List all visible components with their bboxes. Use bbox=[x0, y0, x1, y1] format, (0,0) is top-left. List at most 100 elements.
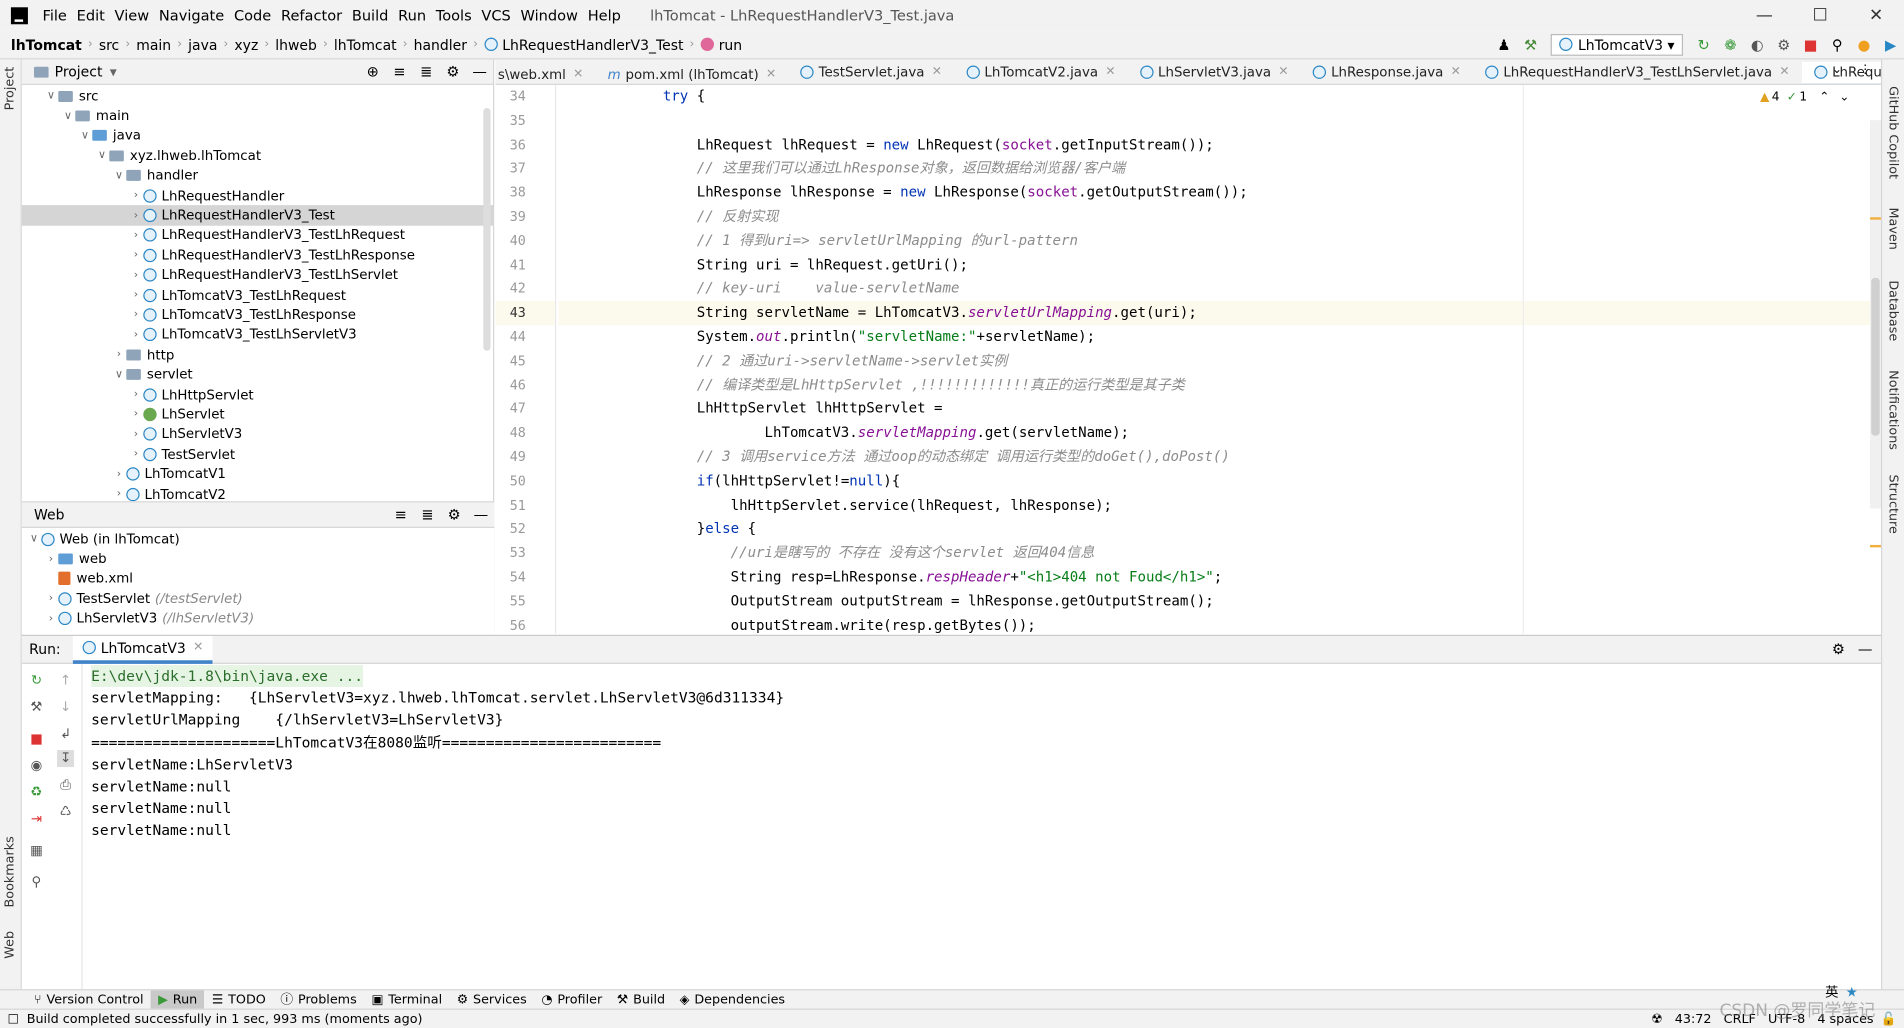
tree-node-lhservletv3[interactable]: › LhServletV3 bbox=[22, 424, 493, 444]
run-settings-gear-icon[interactable]: ⚙ bbox=[1830, 641, 1847, 658]
tool-window-todo[interactable]: ☰ TODO bbox=[205, 990, 274, 1008]
status-layout-icon[interactable]: □ bbox=[5, 1010, 22, 1027]
breadcrumb-item[interactable]: src bbox=[95, 36, 123, 53]
modify-config-icon[interactable]: ⚒ bbox=[28, 699, 45, 716]
tool-window-profiler[interactable]: ◔ Profiler bbox=[534, 990, 609, 1008]
close-run-tab-icon[interactable]: ✕ bbox=[193, 641, 203, 654]
github-copilot-tool-button[interactable]: GitHub Copilot bbox=[1886, 86, 1901, 179]
chevron-right-icon[interactable]: › bbox=[129, 209, 144, 221]
tree-node-lhrequesthandler[interactable]: › LhRequestHandler bbox=[22, 186, 493, 206]
exit-icon[interactable]: ⇥ bbox=[28, 811, 45, 828]
build-hammer-icon[interactable]: ⚒ bbox=[1522, 36, 1539, 53]
tool-window-build[interactable]: ⚒ Build bbox=[610, 990, 673, 1008]
chevron-down-icon[interactable]: ∨ bbox=[78, 130, 93, 142]
profile-icon[interactable]: ⚙ bbox=[1775, 36, 1792, 53]
menu-view[interactable]: View bbox=[110, 7, 154, 24]
structure-tool-button[interactable]: Structure bbox=[1886, 475, 1901, 534]
minimize-button[interactable]: — bbox=[1736, 5, 1792, 24]
pin-tab-icon[interactable]: ⚲ bbox=[28, 874, 45, 891]
chevron-right-icon[interactable]: › bbox=[129, 448, 144, 460]
settings-gear-icon[interactable]: ⚙ bbox=[444, 63, 461, 80]
web-tree-node[interactable]: › web bbox=[22, 549, 494, 569]
chevron-right-icon[interactable]: › bbox=[44, 593, 59, 605]
chevron-right-icon[interactable]: › bbox=[129, 249, 144, 261]
code-area[interactable]: try { LhRequest lhRequest = new LhReques… bbox=[558, 85, 1881, 634]
chevron-down-icon[interactable]: ∨ bbox=[44, 90, 59, 102]
menu-edit[interactable]: Edit bbox=[72, 7, 110, 24]
chevron-right-icon[interactable]: › bbox=[44, 553, 59, 565]
tree-node-lhtomcatv1[interactable]: › LhTomcatV1 bbox=[22, 464, 493, 484]
breadcrumb-item[interactable]: LhRequestHandlerV3_Test bbox=[480, 36, 687, 53]
collapse-all-icon[interactable]: ≣ bbox=[418, 63, 435, 80]
web-tree-node[interactable]: web.xml bbox=[22, 569, 494, 589]
tree-node-lhrequesthandlerv3-testlhresponse[interactable]: › LhRequestHandlerV3_TestLhResponse bbox=[22, 245, 493, 265]
next-highlight-icon[interactable]: ⌄ bbox=[1839, 91, 1849, 104]
debug-icon[interactable]: ❁ bbox=[1722, 36, 1739, 53]
tool-window-version-control[interactable]: ⑂ Version Control bbox=[27, 990, 151, 1008]
close-tab-icon[interactable]: ✕ bbox=[766, 68, 776, 81]
breadcrumb-item[interactable]: lhTomcat bbox=[330, 36, 400, 53]
tool-window-terminal[interactable]: ▣ Terminal bbox=[364, 990, 449, 1008]
prev-highlight-icon[interactable]: ⌃ bbox=[1819, 91, 1829, 104]
close-tab-icon[interactable]: ✕ bbox=[573, 68, 583, 81]
chevron-right-icon[interactable]: › bbox=[129, 388, 144, 400]
tree-node-servlet[interactable]: ∨ servlet bbox=[22, 365, 493, 385]
coverage-icon[interactable]: ◐ bbox=[1749, 36, 1766, 53]
breadcrumb-item[interactable]: run bbox=[697, 36, 746, 53]
bookmarks-tool-button[interactable]: Bookmarks bbox=[2, 836, 17, 907]
tree-node-main[interactable]: ∨ main bbox=[22, 106, 493, 126]
inspection-widget[interactable]: ▲ 4 ✓ 1 ⌃ ⌄ bbox=[1760, 91, 1849, 104]
breadcrumb-item[interactable]: lhweb bbox=[272, 36, 321, 53]
project-scrollbar[interactable] bbox=[483, 108, 491, 351]
tree-node-lhtomcatv3-testlhrequest[interactable]: › LhTomcatV3_TestLhRequest bbox=[22, 285, 493, 305]
expand-all-icon[interactable]: ≡ bbox=[391, 63, 408, 80]
tree-node-lhtomcatv3-testlhresponse[interactable]: › LhTomcatV3_TestLhResponse bbox=[22, 305, 493, 325]
tool-window-dependencies[interactable]: ◈ Dependencies bbox=[672, 990, 792, 1008]
editor-tab[interactable]: s\web.xml ✕ bbox=[495, 62, 595, 84]
web-tool-button[interactable]: Web bbox=[2, 931, 17, 959]
breadcrumb-item[interactable]: lhTomcat bbox=[7, 36, 85, 53]
menu-navigate[interactable]: Navigate bbox=[154, 7, 229, 24]
close-tab-icon[interactable]: ✕ bbox=[1451, 66, 1461, 79]
notifications-tool-button[interactable]: Notifications bbox=[1886, 370, 1901, 450]
tree-node-java[interactable]: ∨ java bbox=[22, 126, 493, 146]
chevron-right-icon[interactable]: › bbox=[112, 488, 127, 500]
layout-icon[interactable]: ▦ bbox=[28, 842, 45, 859]
plugin-icon[interactable]: ▶ bbox=[1882, 36, 1899, 53]
chevron-right-icon[interactable]: › bbox=[129, 289, 144, 301]
status-message[interactable]: Build completed successfully in 1 sec, 9… bbox=[27, 1012, 423, 1027]
tree-node-testservlet[interactable]: › TestServlet bbox=[22, 444, 493, 464]
maven-tool-button[interactable]: Maven bbox=[1886, 208, 1901, 250]
project-tool-button[interactable]: Project bbox=[2, 67, 17, 111]
soft-wrap-icon[interactable]: ↲ bbox=[57, 726, 74, 743]
chevron-right-icon[interactable]: › bbox=[129, 309, 144, 321]
print-icon[interactable]: ⎙ bbox=[57, 777, 74, 794]
stop-icon[interactable]: ■ bbox=[28, 731, 45, 748]
locate-file-icon[interactable]: ⊕ bbox=[364, 63, 381, 80]
chevron-right-icon[interactable]: › bbox=[129, 408, 144, 420]
menu-build[interactable]: Build bbox=[347, 7, 393, 24]
chevron-right-icon[interactable]: › bbox=[112, 468, 127, 480]
hide-panel-icon[interactable]: — bbox=[471, 63, 488, 80]
scroll-up-icon[interactable]: ↑ bbox=[57, 672, 74, 689]
menu-code[interactable]: Code bbox=[229, 7, 276, 24]
chevron-right-icon[interactable]: › bbox=[129, 190, 144, 202]
web-tree-node[interactable]: › LhServletV3 (/lhServletV3) bbox=[22, 609, 494, 629]
tree-node-src[interactable]: ∨ src bbox=[22, 86, 493, 106]
breadcrumb-item[interactable]: handler bbox=[410, 36, 471, 53]
project-panel-title[interactable]: Project bbox=[55, 63, 103, 80]
tree-node-lhservlet[interactable]: › LhServlet bbox=[22, 404, 493, 424]
web-tree-node[interactable]: ∨ Web (in lhTomcat) bbox=[22, 529, 494, 549]
editor-tab[interactable]: LhResponse.java ✕ bbox=[1301, 59, 1473, 83]
chevron-right-icon[interactable]: › bbox=[129, 329, 144, 341]
chevron-right-icon[interactable]: › bbox=[129, 229, 144, 241]
editor-tab[interactable]: m pom.xml (lhTomcat) ✕ bbox=[595, 62, 788, 84]
tool-window-run[interactable]: ▶ Run bbox=[150, 990, 205, 1009]
more-tabs-icon[interactable]: ⋮ bbox=[1859, 63, 1871, 76]
hide-run-panel-icon[interactable]: — bbox=[1857, 641, 1874, 658]
close-tab-icon[interactable]: ✕ bbox=[1105, 66, 1115, 79]
rerun-icon[interactable]: ↻ bbox=[1695, 36, 1712, 53]
chevron-right-icon[interactable]: › bbox=[129, 269, 144, 281]
editor-tab[interactable]: LhTomcatV2.java ✕ bbox=[954, 59, 1128, 83]
clear-console-icon[interactable]: ♺ bbox=[57, 803, 74, 820]
